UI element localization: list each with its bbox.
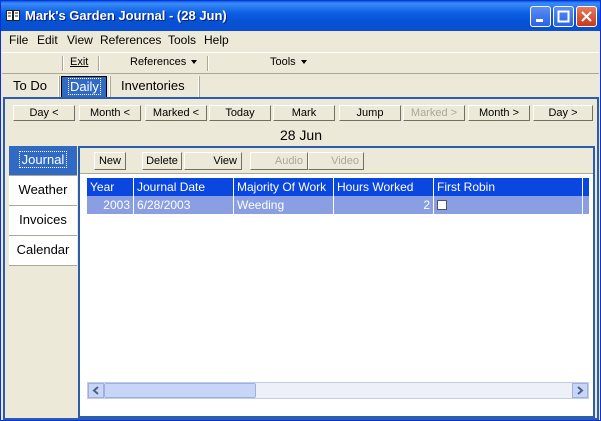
chevron-right-icon <box>577 386 584 395</box>
journal-toolbar: New Delete View Audio Video <box>80 148 593 174</box>
grid-header: Year Journal Date Majority Of Work Hours… <box>87 178 589 196</box>
video-button[interactable]: Video <box>308 152 364 170</box>
tab-label: To Do <box>13 78 47 93</box>
toolbar-separator <box>98 56 100 71</box>
menu-help[interactable]: Help <box>204 33 229 47</box>
chevron-down-icon <box>191 60 198 65</box>
month-forward-button[interactable]: Month > <box>468 105 530 121</box>
chevron-left-icon <box>92 386 99 395</box>
cell-journal-date[interactable]: 6/28/2003 <box>134 196 234 214</box>
title-bar[interactable]: Mark's Garden Journal - (28 Jun) <box>1 1 600 31</box>
daily-panel: Day < Month < Marked < Today Mark Jump M… <box>3 97 599 420</box>
tab-separator <box>198 76 200 98</box>
menu-file[interactable]: File <box>9 33 28 47</box>
references-label: References <box>130 56 187 68</box>
maximize-button[interactable] <box>553 6 574 27</box>
tools-dropdown[interactable]: Tools <box>270 56 307 68</box>
tab-label: Daily <box>68 78 101 95</box>
first-robin-checkbox[interactable] <box>437 200 447 210</box>
tools-label: Tools <box>270 56 296 68</box>
toolbar-separator <box>62 56 64 71</box>
close-icon <box>581 11 592 22</box>
table-row[interactable]: 2003 6/28/2003 Weeding 2 <box>87 196 589 214</box>
today-button[interactable]: Today <box>209 105 271 121</box>
audio-button[interactable]: Audio <box>250 152 308 170</box>
marked-forward-button[interactable]: Marked > <box>403 105 465 121</box>
day-back-button[interactable]: Day < <box>13 105 75 121</box>
menu-bar: File Edit View References Tools Help <box>2 31 599 50</box>
book-icon <box>6 10 20 21</box>
day-forward-button[interactable]: Day > <box>533 105 593 121</box>
sidetab-weather[interactable]: Weather <box>9 176 77 206</box>
scroll-right-button[interactable] <box>572 383 588 398</box>
column-header-majority-of-work[interactable]: Majority Of Work <box>234 178 334 196</box>
jump-button[interactable]: Jump <box>339 105 401 121</box>
close-button[interactable] <box>576 6 597 27</box>
sidetab-calendar[interactable]: Calendar <box>9 236 77 266</box>
journal-content: New Delete View Audio Video Year Journal… <box>78 146 595 418</box>
sidetab-journal[interactable]: Journal <box>9 146 77 176</box>
marked-back-button[interactable]: Marked < <box>145 105 207 121</box>
column-header-first-robin[interactable]: First Robin <box>434 178 583 196</box>
window-title: Mark's Garden Journal - (28 Jun) <box>25 8 227 23</box>
column-header-journal-date[interactable]: Journal Date <box>134 178 234 196</box>
sidetab-invoices[interactable]: Invoices <box>9 206 77 236</box>
cell-hours-worked[interactable]: 2 <box>334 196 434 214</box>
minimize-icon <box>536 19 543 22</box>
maximize-icon <box>557 10 570 23</box>
minimize-button[interactable] <box>530 6 551 27</box>
view-button[interactable]: View <box>184 152 242 170</box>
cell-first-robin[interactable] <box>434 196 583 214</box>
tab-daily[interactable]: Daily <box>61 76 107 98</box>
current-date: 28 Jun <box>279 127 323 143</box>
app-window: Mark's Garden Journal - (28 Jun) File Ed… <box>0 0 601 421</box>
cell-year[interactable]: 2003 <box>87 196 134 214</box>
horizontal-scrollbar[interactable] <box>87 382 589 399</box>
tab-separator <box>109 76 111 98</box>
journal-grid: Year Journal Date Majority Of Work Hours… <box>87 178 589 388</box>
exit-button[interactable]: Exit <box>70 56 88 68</box>
delete-button[interactable]: Delete <box>142 152 182 170</box>
column-header-hours-worked[interactable]: Hours Worked <box>334 178 434 196</box>
tab-separator <box>58 76 60 98</box>
menu-tools[interactable]: Tools <box>168 33 196 47</box>
menu-view[interactable]: View <box>67 33 93 47</box>
mark-button[interactable]: Mark <box>273 105 335 121</box>
menu-edit[interactable]: Edit <box>37 33 58 47</box>
menu-references[interactable]: References <box>100 33 161 47</box>
references-dropdown[interactable]: References <box>130 56 198 68</box>
column-header-year[interactable]: Year <box>87 178 134 196</box>
tab-label: Inventories <box>121 78 185 93</box>
sidetab-label: Journal <box>18 151 68 168</box>
cell-majority-of-work[interactable]: Weeding <box>234 196 334 214</box>
tab-inventories[interactable]: Inventories <box>115 76 191 98</box>
month-back-button[interactable]: Month < <box>79 105 141 121</box>
new-button[interactable]: New <box>94 152 126 170</box>
chevron-down-icon <box>300 60 307 65</box>
toolbar: Exit References Tools <box>2 52 599 74</box>
toolbar-separator <box>207 56 209 71</box>
scroll-left-button[interactable] <box>88 383 104 398</box>
tab-to-do[interactable]: To Do <box>7 76 53 98</box>
scroll-thumb[interactable] <box>104 383 256 398</box>
